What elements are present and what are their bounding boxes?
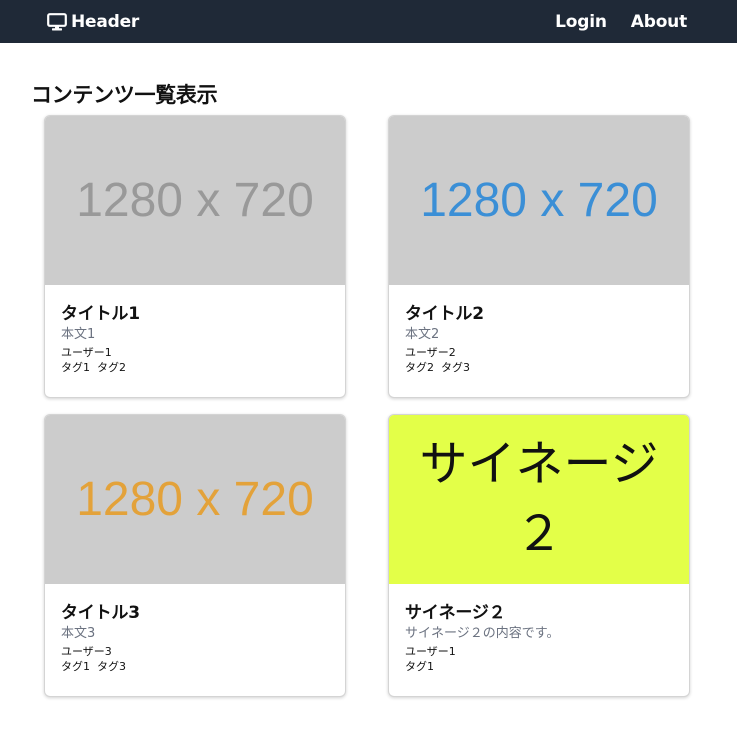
brand-link[interactable]: Header: [47, 0, 139, 43]
card-body: タイトル1 本文1 ユーザー1 タグ1 タグ2: [61, 303, 333, 375]
page-title: コンテンツ一覧表示: [31, 83, 218, 107]
content-card[interactable]: サイネージ２ サイネージ２ サイネージ２の内容です。 ユーザー1 タグ1: [388, 414, 690, 697]
header-nav: Login About: [555, 0, 687, 43]
thumbnail-text: 1280 x 720: [76, 173, 314, 227]
login-link[interactable]: Login: [555, 12, 607, 32]
card-tags: タグ1: [405, 659, 677, 674]
card-user: ユーザー1: [61, 346, 112, 359]
card-title: タイトル3: [61, 603, 140, 623]
tag: タグ2: [405, 361, 434, 374]
card-title: タイトル2: [405, 304, 484, 324]
tag: タグ1: [61, 361, 90, 374]
card-body: サイネージ２ サイネージ２の内容です。 ユーザー1 タグ1: [405, 602, 677, 674]
card-title: サイネージ２: [405, 603, 506, 623]
card-user: ユーザー3: [61, 645, 112, 658]
thumbnail-text: 1280 x 720: [420, 173, 658, 227]
thumbnail-text: サイネージ２: [419, 437, 659, 561]
tag: タグ1: [61, 660, 90, 673]
card-thumbnail: 1280 x 720: [45, 415, 345, 584]
card-text: 本文1: [61, 327, 96, 342]
card-text: 本文3: [61, 626, 96, 641]
card-thumbnail: サイネージ２: [389, 415, 689, 584]
card-thumbnail: 1280 x 720: [389, 116, 689, 285]
card-thumbnail: 1280 x 720: [45, 116, 345, 285]
card-title: タイトル1: [61, 304, 140, 324]
card-text: サイネージ２の内容です。: [405, 626, 560, 641]
content-card[interactable]: 1280 x 720 タイトル1 本文1 ユーザー1 タグ1 タグ2: [44, 115, 346, 398]
card-tags: タグ1 タグ2: [61, 360, 333, 375]
card-tags: タグ1 タグ3: [61, 659, 333, 674]
tag: タグ3: [441, 361, 470, 374]
content-card[interactable]: 1280 x 720 タイトル2 本文2 ユーザー2 タグ2 タグ3: [388, 115, 690, 398]
card-tags: タグ2 タグ3: [405, 360, 677, 375]
card-body: タイトル2 本文2 ユーザー2 タグ2 タグ3: [405, 303, 677, 375]
monitor-icon: [47, 12, 67, 31]
card-user: ユーザー1: [405, 645, 456, 658]
about-link[interactable]: About: [631, 12, 687, 32]
tag: タグ1: [405, 660, 434, 673]
thumbnail-text: 1280 x 720: [76, 472, 314, 526]
top-navbar: Header Login About: [0, 0, 737, 43]
content-card[interactable]: 1280 x 720 タイトル3 本文3 ユーザー3 タグ1 タグ3: [44, 414, 346, 697]
card-user: ユーザー2: [405, 346, 456, 359]
card-body: タイトル3 本文3 ユーザー3 タグ1 タグ3: [61, 602, 333, 674]
tag: タグ2: [97, 361, 126, 374]
brand-label: Header: [71, 11, 140, 32]
card-text: 本文2: [405, 327, 440, 342]
tag: タグ3: [97, 660, 126, 673]
